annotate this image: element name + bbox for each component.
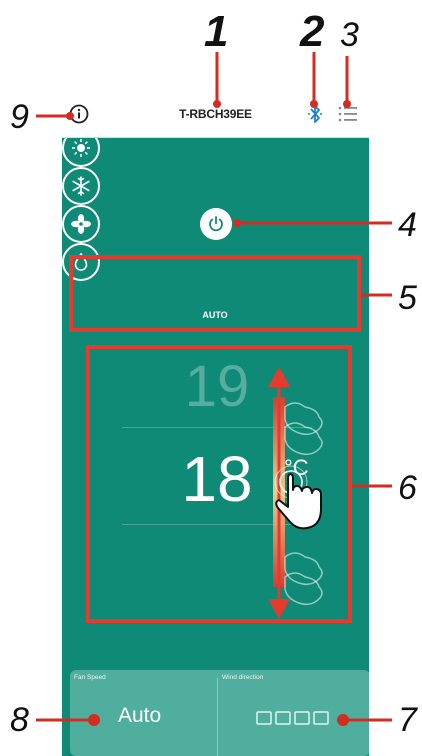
callout-leaders <box>36 52 392 726</box>
